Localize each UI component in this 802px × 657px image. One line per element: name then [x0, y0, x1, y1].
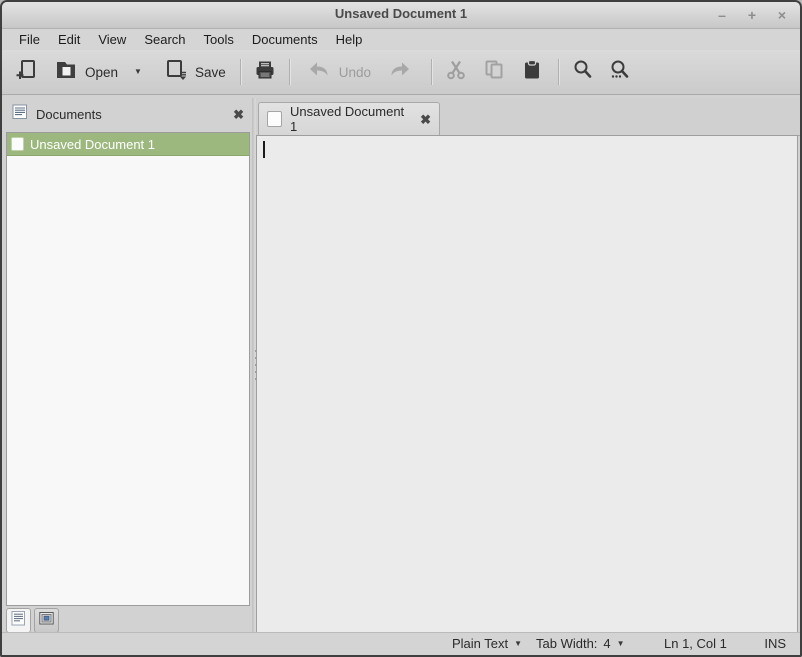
- cursor-position-indicator: Ln 1, Col 1: [664, 636, 727, 651]
- language-selector[interactable]: Plain Text ▼: [452, 636, 522, 651]
- documents-list-icon: [12, 104, 28, 125]
- minimize-icon[interactable]: –: [714, 7, 730, 23]
- menu-file[interactable]: File: [10, 30, 49, 49]
- paste-clipboard-icon: [520, 58, 544, 87]
- tab-page-icon: [267, 111, 282, 127]
- sidebar-mode-toggles: [6, 608, 59, 633]
- file-browser-toggle-button[interactable]: [34, 608, 59, 633]
- sidebar-header: Documents ✖: [4, 98, 252, 131]
- open-button[interactable]: Open ▼: [54, 58, 142, 87]
- menu-help[interactable]: Help: [327, 30, 372, 49]
- redo-icon: [387, 59, 413, 86]
- tab-close-icon[interactable]: ✖: [420, 113, 431, 126]
- undo-button[interactable]: Undo: [306, 59, 371, 86]
- maximize-icon[interactable]: +: [744, 7, 760, 23]
- text-editor-area[interactable]: [256, 135, 798, 633]
- toolbar: Open ▼ Save: [2, 50, 800, 95]
- print-icon: [253, 58, 277, 87]
- titlebar[interactable]: Unsaved Document 1 – + ×: [2, 2, 800, 29]
- redo-button[interactable]: [387, 59, 413, 86]
- language-label: Plain Text: [452, 636, 508, 651]
- tab-width-label: Tab Width:: [536, 636, 597, 651]
- menu-documents[interactable]: Documents: [243, 30, 327, 49]
- tab-bar: Unsaved Document 1 ✖: [256, 98, 800, 136]
- tab-unsaved-document-1[interactable]: Unsaved Document 1 ✖: [258, 102, 440, 135]
- document-list-item[interactable]: Unsaved Document 1: [7, 133, 249, 156]
- cut-scissors-icon: [444, 58, 468, 87]
- undo-label: Undo: [339, 65, 371, 80]
- save-label: Save: [195, 65, 226, 80]
- copy-button[interactable]: [482, 58, 506, 87]
- documents-view-icon: [11, 611, 26, 631]
- window-title: Unsaved Document 1: [2, 6, 800, 21]
- tab-width-dropdown-icon: ▼: [617, 640, 625, 648]
- save-icon: [164, 58, 188, 87]
- open-dropdown-icon[interactable]: ▼: [134, 68, 142, 76]
- copy-icon: [482, 58, 506, 87]
- cut-button[interactable]: [444, 58, 468, 87]
- language-dropdown-icon: ▼: [514, 640, 522, 648]
- save-button[interactable]: Save: [164, 58, 226, 87]
- menu-search[interactable]: Search: [135, 30, 194, 49]
- paste-button[interactable]: [520, 58, 544, 87]
- app-window: Unsaved Document 1 – + × File Edit View …: [0, 0, 802, 657]
- document-page-icon: [11, 137, 24, 151]
- undo-icon: [306, 59, 332, 86]
- close-icon[interactable]: ×: [774, 7, 790, 23]
- documents-panel-toggle-button[interactable]: [6, 608, 31, 633]
- print-button[interactable]: [253, 58, 277, 87]
- toolbar-separator: [431, 59, 432, 85]
- sidebar-title: Documents: [36, 107, 225, 122]
- new-document-button[interactable]: [14, 58, 38, 87]
- text-cursor: [263, 141, 265, 158]
- window-controls: – + ×: [714, 2, 790, 28]
- insert-mode-indicator: INS: [764, 636, 786, 651]
- replace-button[interactable]: [608, 58, 632, 87]
- toolbar-separator: [240, 59, 241, 85]
- new-document-icon: [14, 58, 38, 87]
- search-icon: [571, 58, 595, 87]
- tab-label: Unsaved Document 1: [290, 104, 412, 134]
- menu-tools[interactable]: Tools: [195, 30, 243, 49]
- tab-width-value: 4: [603, 636, 610, 651]
- menu-edit[interactable]: Edit: [49, 30, 89, 49]
- document-item-label: Unsaved Document 1: [30, 137, 155, 152]
- menubar: File Edit View Search Tools Documents He…: [2, 29, 800, 50]
- menu-view[interactable]: View: [89, 30, 135, 49]
- search-replace-icon: [608, 58, 632, 87]
- documents-panel[interactable]: Unsaved Document 1: [6, 132, 250, 606]
- toolbar-separator: [289, 59, 290, 85]
- sidebar-close-icon[interactable]: ✖: [233, 108, 244, 121]
- open-label: Open: [85, 65, 118, 80]
- file-browser-icon: [39, 611, 54, 631]
- find-button[interactable]: [571, 58, 595, 87]
- tab-width-selector[interactable]: Tab Width: 4 ▼: [536, 636, 625, 651]
- open-folder-icon: [54, 58, 78, 87]
- statusbar: Plain Text ▼ Tab Width: 4 ▼ Ln 1, Col 1 …: [2, 632, 800, 655]
- toolbar-separator: [558, 59, 559, 85]
